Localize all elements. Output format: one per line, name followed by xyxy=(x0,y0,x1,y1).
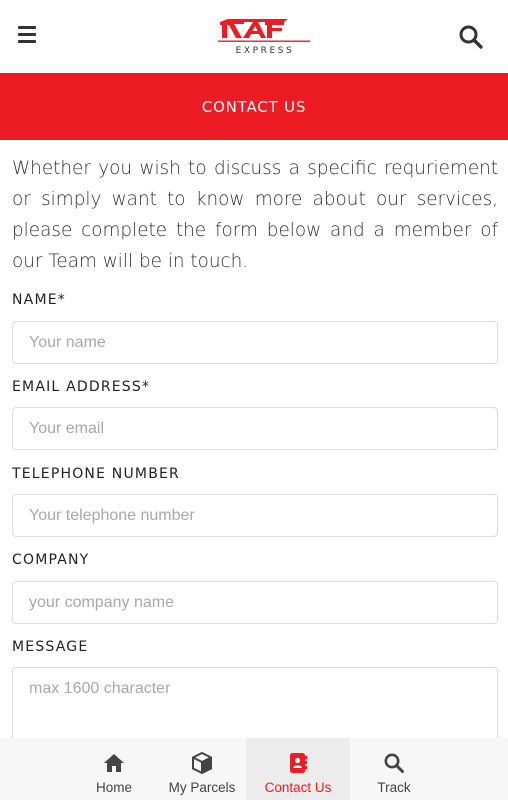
tab-home[interactable]: Home xyxy=(70,738,158,800)
name-input[interactable] xyxy=(12,321,498,364)
tab-contact-us-label: Contact Us xyxy=(264,780,332,795)
contact-book-icon xyxy=(286,751,310,775)
hamburger-menu-icon[interactable] xyxy=(18,26,38,44)
tab-contact-us[interactable]: Contact Us xyxy=(246,738,350,800)
tab-home-label: Home xyxy=(95,780,132,795)
telephone-input[interactable] xyxy=(12,494,498,537)
intro-text: Whether you wish to discuss a specific r… xyxy=(12,158,498,272)
logo-subtitle: EXPRESS xyxy=(235,46,295,56)
tab-track-label: Track xyxy=(377,780,411,795)
bottom-tab-bar: Home My Parcels Contact Us Track xyxy=(0,738,508,800)
company-label: COMPANY xyxy=(12,552,90,568)
name-label: NAME* xyxy=(12,292,66,308)
tab-my-parcels[interactable]: My Parcels xyxy=(158,738,246,800)
logo-mark xyxy=(218,19,310,42)
top-bar: EXPRESS xyxy=(0,0,508,73)
search-icon xyxy=(382,751,406,775)
message-label: MESSAGE xyxy=(12,639,89,655)
email-label: EMAIL ADDRESS* xyxy=(12,379,151,395)
page-banner: CONTACT US xyxy=(0,73,508,140)
home-icon xyxy=(102,751,126,775)
email-input[interactable] xyxy=(12,407,498,450)
telephone-label: TELEPHONE NUMBER xyxy=(12,466,180,482)
box-icon xyxy=(190,751,214,775)
message-textarea[interactable] xyxy=(12,667,498,747)
search-icon[interactable] xyxy=(458,24,486,52)
logo: EXPRESS xyxy=(218,18,310,58)
page-title: CONTACT US xyxy=(201,97,307,116)
tab-track[interactable]: Track xyxy=(350,738,438,800)
tab-my-parcels-label: My Parcels xyxy=(168,780,236,795)
company-input[interactable] xyxy=(12,581,498,624)
